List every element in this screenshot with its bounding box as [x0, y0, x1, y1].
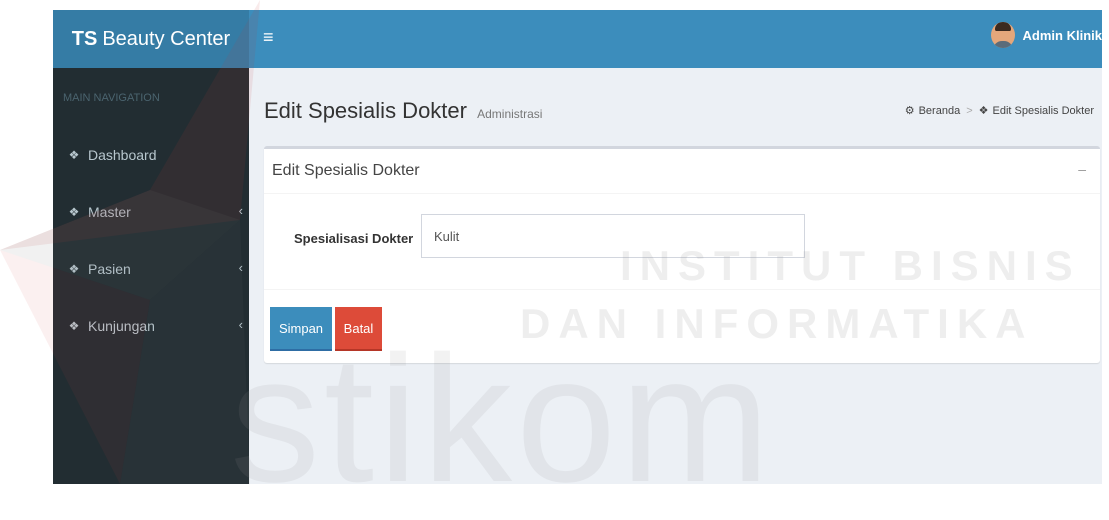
page-subtitle: Administrasi: [477, 107, 543, 121]
sidebar-item-label: Master: [88, 203, 131, 220]
sidebar: MAIN NAVIGATION ❖ Dashboard ❖ Master ‹ ❖…: [53, 68, 249, 484]
page-title: Edit Spesialis Dokter Administrasi: [264, 98, 542, 124]
chevron-left-icon: ‹: [238, 317, 243, 332]
sidebar-item-pasien[interactable]: ❖ Pasien ‹: [53, 240, 249, 297]
brand-name: Beauty Center: [102, 27, 231, 50]
users-icon: ❖: [68, 261, 80, 276]
page-title-text: Edit Spesialis Dokter: [264, 98, 467, 123]
chevron-left-icon: ‹: [238, 260, 243, 275]
box-title: Edit Spesialis Dokter: [272, 162, 420, 179]
users-icon: ❖: [68, 147, 80, 162]
app-window: TS Beauty Center ≡ Admin Klinik MAIN NAV…: [53, 10, 1102, 484]
box-footer: [264, 289, 1100, 290]
save-button[interactable]: Simpan: [270, 307, 332, 351]
user-avatar: [990, 22, 1015, 48]
sidebar-item-label: Pasien: [88, 260, 131, 277]
menu-toggle-icon[interactable]: ≡: [263, 28, 274, 46]
brand-logo[interactable]: TS Beauty Center: [53, 10, 249, 68]
user-name: Admin Klinik: [1022, 27, 1102, 43]
edit-form-box: Edit Spesialis Dokter – Spesialisasi Dok…: [264, 146, 1100, 363]
brand-bold: TS: [71, 27, 98, 50]
sidebar-item-label: Kunjungan: [88, 317, 155, 334]
dashboard-icon: ⚙: [904, 105, 915, 117]
breadcrumb-separator: >: [966, 104, 973, 117]
collapse-icon[interactable]: –: [1078, 161, 1086, 177]
users-icon: ❖: [68, 204, 80, 219]
sidebar-item-master[interactable]: ❖ Master ‹: [53, 183, 249, 240]
content-area: Edit Spesialis Dokter Administrasi ⚙ Ber…: [249, 68, 1102, 484]
breadcrumb: ⚙ Beranda > ❖ Edit Spesialis Dokter: [904, 104, 1095, 118]
content-header: Edit Spesialis Dokter Administrasi ⚙ Ber…: [249, 68, 1102, 146]
specialization-label: Spesialisasi Dokter: [294, 231, 414, 246]
users-icon: ❖: [68, 318, 80, 333]
sidebar-item-dashboard[interactable]: ❖ Dashboard: [53, 126, 249, 183]
sidebar-section-label: MAIN NAVIGATION: [63, 92, 160, 104]
user-menu[interactable]: Admin Klinik: [990, 22, 1102, 48]
breadcrumb-home-link[interactable]: Beranda: [919, 105, 961, 117]
breadcrumb-current: Edit Spesialis Dokter: [992, 104, 1095, 117]
specialization-input[interactable]: [421, 214, 805, 258]
top-navbar: ≡ Admin Klinik: [249, 10, 1102, 68]
cancel-button[interactable]: Batal: [335, 307, 382, 351]
sidebar-item-label: Dashboard: [88, 146, 157, 163]
chevron-left-icon: ‹: [238, 203, 243, 218]
box-divider: [264, 193, 1100, 194]
users-icon: ❖: [978, 105, 989, 117]
sidebar-item-kunjungan[interactable]: ❖ Kunjungan ‹: [53, 297, 249, 354]
